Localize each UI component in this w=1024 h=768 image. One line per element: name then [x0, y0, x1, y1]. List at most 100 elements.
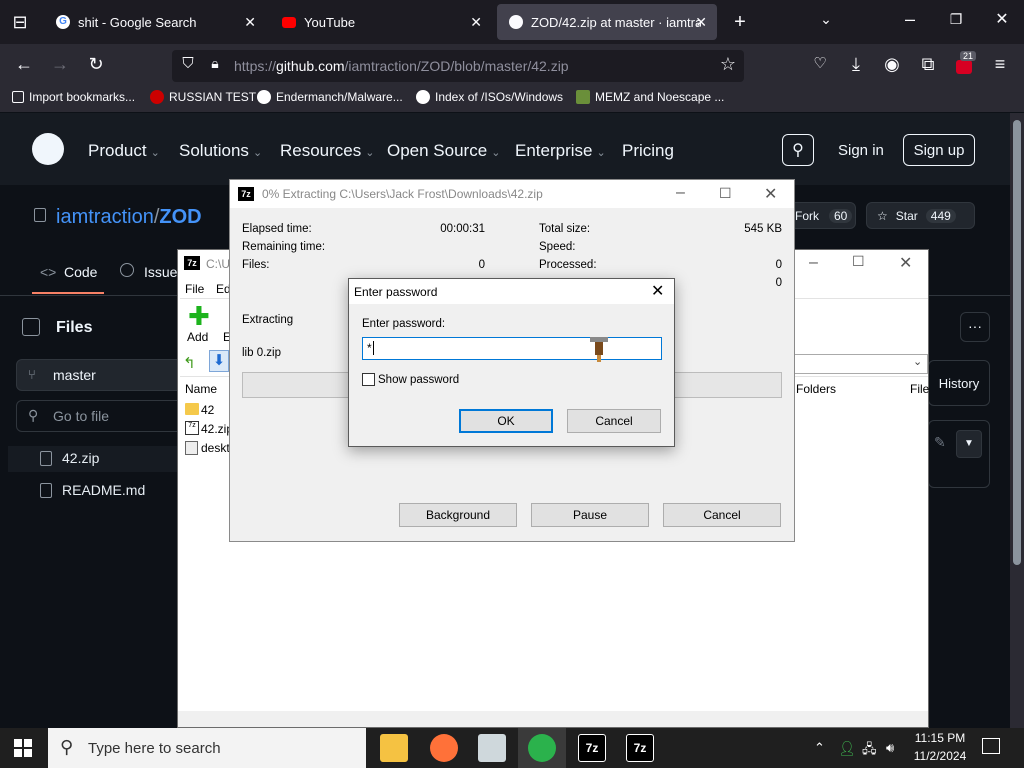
- tab-youtube[interactable]: YouTube ✕: [270, 4, 492, 40]
- fm-item-42-folder[interactable]: 42: [201, 403, 214, 417]
- ublock-icon[interactable]: [956, 60, 972, 74]
- file-item-readme[interactable]: README.md: [40, 482, 145, 498]
- file-item-42zip[interactable]: 42.zip: [40, 450, 99, 466]
- restore-icon[interactable]: ❐: [946, 12, 966, 26]
- close-icon[interactable]: ✕: [764, 184, 777, 204]
- minimize-icon[interactable]: –: [900, 10, 920, 28]
- add-button-label[interactable]: Add: [187, 330, 208, 344]
- pause-button[interactable]: Pause: [531, 503, 649, 527]
- cancel-password-button[interactable]: Cancel: [567, 409, 661, 433]
- history-button[interactable]: History: [928, 360, 990, 406]
- sevenzip-taskbar-icon[interactable]: 7z: [578, 734, 606, 762]
- account-icon[interactable]: ◉: [882, 55, 902, 73]
- menu-file[interactable]: File: [185, 282, 204, 296]
- close-icon[interactable]: ✕: [651, 281, 664, 301]
- go-to-file-input[interactable]: Go to file: [16, 400, 186, 432]
- nav-resources[interactable]: Resources ⌄: [280, 141, 374, 161]
- reload-icon[interactable]: ↻: [86, 55, 106, 73]
- close-tab-icon[interactable]: ✕: [244, 14, 256, 31]
- repo-name-link[interactable]: ZOD: [159, 206, 201, 228]
- nav-open-source[interactable]: Open Source ⌄: [387, 141, 500, 161]
- notification-icon[interactable]: [982, 738, 1000, 754]
- background-button[interactable]: Background: [399, 503, 517, 527]
- show-password-label[interactable]: Show password: [378, 374, 459, 386]
- sevenzip-taskbar-icon-2[interactable]: 7z: [626, 734, 654, 762]
- address-bar[interactable]: https://github.com/iamtraction/ZOD/blob/…: [172, 50, 744, 82]
- clock-date[interactable]: 11/2/2024: [912, 749, 968, 763]
- sidebar-toggle-icon[interactable]: [22, 318, 40, 336]
- column-files[interactable]: File: [910, 382, 929, 396]
- nav-product[interactable]: Product ⌄: [88, 141, 160, 161]
- cancel-extract-button[interactable]: Cancel: [663, 503, 781, 527]
- repo-owner-link[interactable]: iamtraction: [56, 206, 154, 228]
- bookmark-import[interactable]: Import bookmarks...: [12, 90, 135, 104]
- taskbar-search-box[interactable]: Type here to search: [48, 728, 366, 768]
- tab-github-zod[interactable]: ZOD/42.zip at master · iamtractio ✕: [497, 4, 717, 40]
- close-window-icon[interactable]: ✕: [992, 12, 1012, 28]
- search-icon[interactable]: ⚲: [782, 134, 814, 166]
- windows-start-icon[interactable]: [14, 739, 32, 757]
- go-to-file-placeholder: Go to file: [53, 408, 110, 424]
- up-folder-icon[interactable]: ↰: [183, 354, 196, 372]
- ok-button[interactable]: OK: [459, 409, 553, 433]
- close-tab-icon[interactable]: ✕: [470, 14, 482, 31]
- clock-time[interactable]: 11:15 PM: [912, 731, 968, 745]
- tab-google-search[interactable]: G shit - Google Search ✕: [44, 4, 266, 40]
- path-combobox[interactable]: [794, 354, 928, 374]
- maximize-icon[interactable]: ☐: [719, 185, 732, 202]
- lock-icon[interactable]: 🔒︎: [206, 56, 224, 70]
- bookmark-endermanch[interactable]: Endermanch/Malware...: [257, 90, 403, 104]
- firefox-icon[interactable]: [430, 734, 458, 762]
- bookmark-isos[interactable]: Index of /ISOs/Windows: [416, 90, 563, 104]
- path-down-icon[interactable]: ⬇: [209, 350, 229, 372]
- nav-pricing[interactable]: Pricing: [622, 141, 674, 161]
- column-name[interactable]: Name: [185, 382, 217, 396]
- dropdown-caret-icon[interactable]: ▼: [956, 430, 982, 458]
- minimize-icon[interactable]: –: [676, 184, 685, 202]
- back-icon[interactable]: ←: [14, 55, 34, 73]
- volume-icon[interactable]: 🔊︎: [886, 740, 894, 756]
- scrollbar-thumb[interactable]: [1013, 120, 1021, 565]
- maximize-icon[interactable]: ☐: [852, 253, 865, 270]
- close-icon[interactable]: ✕: [899, 253, 912, 273]
- branch-selector[interactable]: master: [16, 359, 186, 391]
- menu-icon[interactable]: ≡: [990, 55, 1010, 73]
- sign-up-button[interactable]: Sign up: [903, 134, 975, 166]
- edit-icon[interactable]: ✎: [934, 434, 946, 451]
- minimize-icon[interactable]: –: [809, 254, 818, 272]
- nav-enterprise[interactable]: Enterprise ⌄: [515, 141, 606, 161]
- new-tab-icon[interactable]: +: [730, 12, 750, 32]
- pocket-icon[interactable]: ♡: [810, 56, 830, 71]
- bookmark-russian-test[interactable]: RUSSIAN TEST: [150, 90, 256, 104]
- chevron-down-icon[interactable]: ⌄: [913, 355, 922, 368]
- network-icon[interactable]: 🖧︎: [862, 740, 877, 762]
- ini-file-icon: [185, 441, 198, 455]
- extensions-icon[interactable]: ⧉: [918, 55, 938, 73]
- forward-icon[interactable]: →: [50, 55, 70, 73]
- shield-icon[interactable]: ⛉: [178, 56, 198, 71]
- fork-button[interactable]: Fork 60: [790, 202, 856, 229]
- fm-item-desktop-ini[interactable]: deskt: [201, 441, 230, 455]
- add-icon[interactable]: ✚: [188, 303, 210, 329]
- green-app-icon[interactable]: [528, 734, 556, 762]
- star-button[interactable]: ☆ Star 449: [866, 202, 975, 229]
- app-window-icon[interactable]: [478, 734, 506, 762]
- tab-issues[interactable]: Issue: [144, 264, 177, 280]
- sign-in-link[interactable]: Sign in: [838, 142, 884, 159]
- more-options-icon[interactable]: ···: [960, 312, 990, 342]
- file-explorer-icon[interactable]: [380, 734, 408, 762]
- chevron-down-icon[interactable]: ⌄: [816, 12, 836, 26]
- tab-code[interactable]: Code: [64, 264, 97, 280]
- tab-list-icon[interactable]: ⊟: [10, 13, 30, 31]
- close-tab-icon[interactable]: ✕: [695, 14, 707, 31]
- bookmark-star-icon[interactable]: ☆: [718, 55, 738, 73]
- chevron-up-icon[interactable]: ⌃: [814, 740, 825, 756]
- column-folders[interactable]: Folders: [796, 382, 836, 396]
- download-icon[interactable]: ⤓: [846, 55, 866, 73]
- password-input[interactable]: *: [362, 337, 662, 360]
- bookmark-memz[interactable]: MEMZ and Noescape ...: [576, 90, 724, 104]
- nav-solutions[interactable]: Solutions ⌄: [179, 141, 262, 161]
- show-password-checkbox[interactable]: [362, 373, 375, 386]
- github-logo-icon[interactable]: [32, 133, 64, 165]
- user-status-icon[interactable]: 👤︎: [838, 740, 856, 757]
